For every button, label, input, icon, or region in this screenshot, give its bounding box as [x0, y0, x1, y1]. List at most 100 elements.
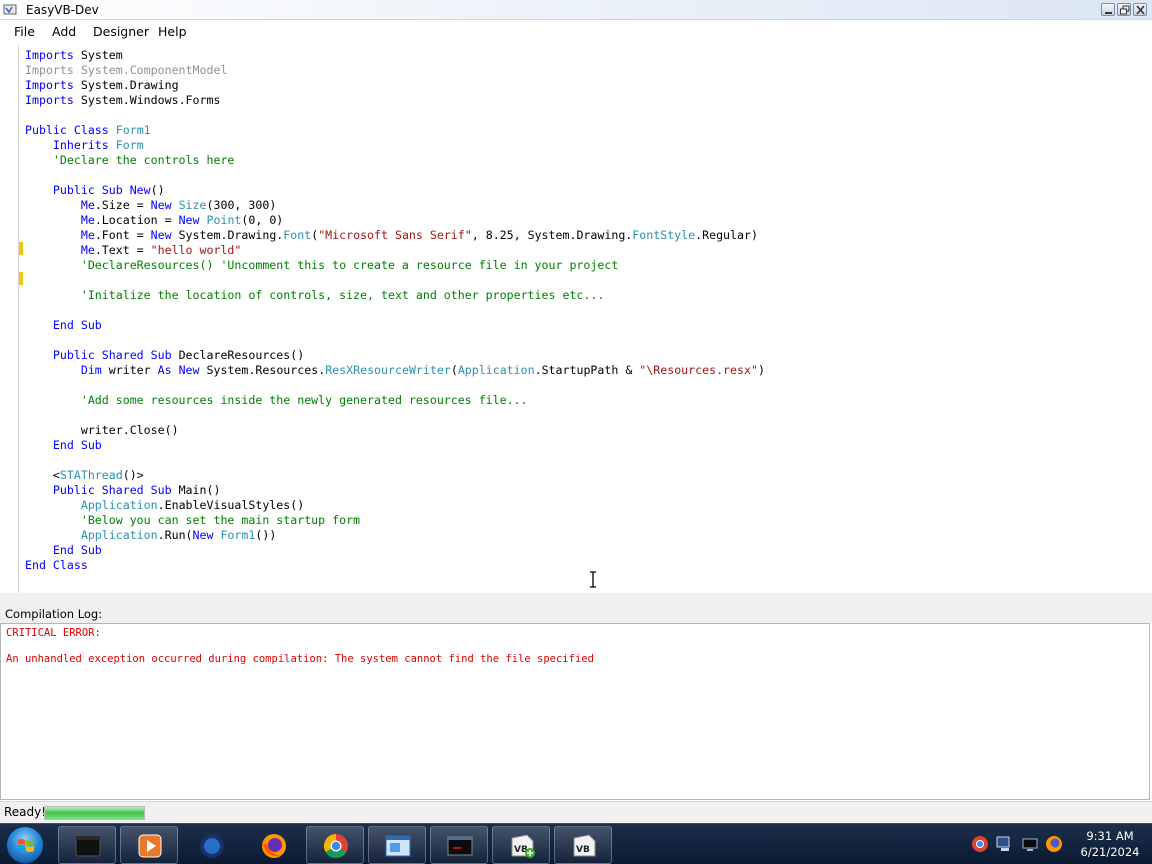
taskbar-app-vb-setup[interactable]: VB — [492, 826, 550, 864]
code-line[interactable]: End Sub — [25, 318, 765, 333]
code-line[interactable]: Public Class Form1 — [25, 123, 765, 138]
code-line[interactable]: Application.Run(New Form1()) — [25, 528, 765, 543]
app-icon — [3, 4, 17, 15]
taskbar-app-console[interactable] — [430, 826, 488, 864]
code-token: (0, 0) — [241, 213, 284, 227]
panel-splitter[interactable] — [0, 593, 1152, 605]
taskbar: VB VB 9:31 AM 6/21/2024 — [0, 823, 1152, 864]
code-token: FontStyle — [632, 228, 696, 242]
code-token: 'Declare the controls here — [25, 153, 235, 167]
code-line[interactable]: Application.EnableVisualStyles() — [25, 498, 765, 513]
code-line[interactable] — [25, 333, 765, 348]
code-token: < — [25, 468, 60, 482]
code-line[interactable] — [25, 168, 765, 183]
code-line[interactable]: Inherits Form — [25, 138, 765, 153]
code-line[interactable]: Imports System.Windows.Forms — [25, 93, 765, 108]
code-line[interactable]: Me.Font = New System.Drawing.Font("Micro… — [25, 228, 765, 243]
code-line[interactable] — [25, 108, 765, 123]
code-token: Form — [115, 138, 144, 152]
code-line[interactable]: End Sub — [25, 438, 765, 453]
display-tray-icon[interactable] — [1020, 834, 1040, 854]
code-line[interactable]: Dim writer As New System.Resources.ResXR… — [25, 363, 765, 378]
code-token: System.Drawing — [73, 78, 179, 92]
code-editor[interactable]: Imports System Imports System.ComponentMo… — [0, 45, 1152, 593]
firefox-tray-icon[interactable] — [1044, 834, 1064, 854]
code-line[interactable] — [25, 378, 765, 393]
code-token: () — [150, 183, 165, 197]
code-line[interactable]: Imports System — [25, 48, 765, 63]
taskbar-app-vb[interactable]: VB — [554, 826, 612, 864]
restore-button[interactable] — [1117, 3, 1131, 16]
code-token: Me — [25, 213, 95, 227]
code-line[interactable]: 'Declare the controls here — [25, 153, 765, 168]
code-token: Application — [457, 363, 535, 377]
code-token: .Location = — [94, 213, 179, 227]
vb-icon: VB — [573, 834, 596, 857]
code-token: Form1 — [220, 528, 256, 542]
taskbar-clock[interactable]: 9:31 AM 6/21/2024 — [1068, 828, 1152, 862]
taskbar-app-media[interactable] — [120, 826, 178, 864]
menu-file[interactable]: File — [14, 24, 35, 39]
code-token: Application — [25, 528, 158, 542]
code-line[interactable]: 'DeclareResources() 'Uncomment this to c… — [25, 258, 765, 273]
chrome-tray-icon[interactable] — [970, 834, 990, 854]
code-line[interactable]: Me.Size = New Size(300, 300) — [25, 198, 765, 213]
code-token: New — [150, 198, 179, 212]
log-label: Compilation Log: — [5, 607, 103, 621]
network-tray-icon[interactable] — [994, 834, 1014, 854]
progress-bar — [44, 806, 145, 820]
start-button[interactable] — [6, 826, 44, 864]
taskbar-app-browser[interactable] — [182, 826, 240, 864]
compilation-log[interactable]: CRITICAL ERROR: An unhandled exception o… — [0, 623, 1150, 800]
code-line[interactable] — [25, 303, 765, 318]
firefox-icon — [200, 834, 224, 858]
code-token: Dim — [25, 363, 109, 377]
code-token: Application — [25, 498, 158, 512]
code-token: Size — [178, 198, 207, 212]
progress-fill — [45, 807, 144, 819]
code-line[interactable]: Me.Location = New Point(0, 0) — [25, 213, 765, 228]
code-token: writer — [108, 363, 158, 377]
code-line[interactable]: End Class — [25, 558, 765, 573]
code-token: Main() — [178, 483, 221, 497]
code-line[interactable]: Public Shared Sub Main() — [25, 483, 765, 498]
code-token: Form1 — [115, 123, 151, 137]
taskbar-app-firefox[interactable] — [244, 826, 302, 864]
code-token: ResXResourceWriter — [325, 363, 451, 377]
code-token: Point — [206, 213, 242, 227]
code-token: .EnableVisualStyles() — [157, 498, 305, 512]
menu-designer[interactable]: Designer — [93, 24, 149, 39]
code-line[interactable]: 'Below you can set the main startup form — [25, 513, 765, 528]
code-line[interactable]: 'Initalize the location of controls, siz… — [25, 288, 765, 303]
code-line[interactable]: Imports System.ComponentModel — [25, 63, 765, 78]
title-bar: EasyVB-Dev — [0, 0, 1152, 20]
code-line[interactable]: End Sub — [25, 543, 765, 558]
code-token: "hello world" — [150, 243, 242, 257]
window-title: EasyVB-Dev — [26, 3, 99, 17]
code-line[interactable]: Public Shared Sub DeclareResources() — [25, 348, 765, 363]
close-button[interactable] — [1133, 3, 1147, 16]
menu-help[interactable]: Help — [158, 24, 187, 39]
code-line[interactable] — [25, 273, 765, 288]
status-bar: Ready! — [0, 801, 1152, 823]
code-line[interactable]: Public Sub New() — [25, 183, 765, 198]
code-line[interactable] — [25, 453, 765, 468]
code-token: Public Shared Sub — [25, 483, 179, 497]
code-token: DeclareResources() — [178, 348, 305, 362]
taskbar-app-terminal[interactable] — [58, 826, 116, 864]
code-line[interactable]: <STAThread()> — [25, 468, 765, 483]
minimize-button[interactable] — [1101, 3, 1115, 16]
code-token: Font — [283, 228, 312, 242]
code-token: End Class — [25, 558, 88, 572]
minimize-icon — [1105, 12, 1112, 14]
taskbar-app-explorer[interactable] — [368, 826, 426, 864]
code-line[interactable]: 'Add some resources inside the newly gen… — [25, 393, 765, 408]
code-line[interactable]: writer.Close() — [25, 423, 765, 438]
taskbar-app-chrome[interactable] — [306, 826, 364, 864]
code-text[interactable]: Imports System Imports System.ComponentMo… — [25, 48, 765, 573]
code-line[interactable] — [25, 408, 765, 423]
code-token: .Size = — [94, 198, 151, 212]
code-line[interactable]: Me.Text = "hello world" — [25, 243, 765, 258]
menu-add[interactable]: Add — [52, 24, 76, 39]
code-line[interactable]: Imports System.Drawing — [25, 78, 765, 93]
